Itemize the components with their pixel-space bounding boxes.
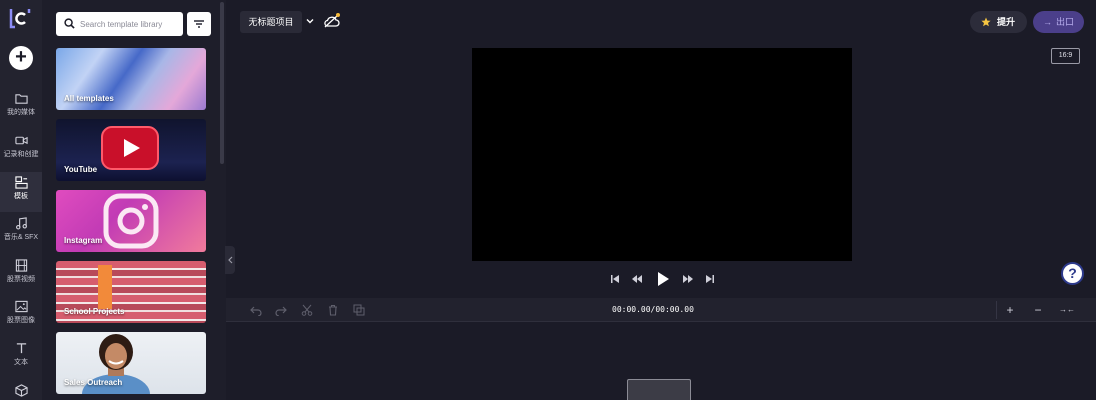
templates-icon — [14, 176, 28, 189]
template-card-instagram[interactable]: Instagram — [56, 190, 206, 252]
film-icon — [15, 259, 27, 272]
timecode-display: 00:00.00/00:00.00 — [612, 305, 694, 314]
template-card-sales-outreach[interactable]: Sales Outreach — [56, 332, 206, 394]
clipchamp-logo[interactable] — [9, 7, 31, 29]
fast-forward-icon[interactable] — [682, 270, 694, 288]
project-name-field[interactable]: 无标题项目 — [240, 11, 302, 33]
image-icon — [14, 300, 28, 313]
redo-icon[interactable] — [275, 304, 287, 316]
rail-item-record-create[interactable]: 记录和创建 — [0, 130, 42, 170]
filter-icon — [194, 20, 204, 28]
rail-item-label: 股票视频 — [7, 276, 35, 283]
template-card-label: Sales Outreach — [64, 378, 123, 387]
video-camera-icon — [14, 136, 28, 145]
template-card-all-templates[interactable]: All templates — [56, 48, 206, 110]
nav-rail: + 我的媒体 记录和创建 模板 音乐& SFX 股票视频 股票图像 文本 — [0, 0, 42, 400]
rail-item-music-sfx[interactable]: 音乐& SFX — [0, 213, 42, 253]
rail-item-my-media[interactable]: 我的媒体 — [0, 88, 42, 128]
rail-item-graphics[interactable] — [0, 380, 42, 400]
template-panel: All templates YouTube Instagram School P… — [42, 0, 226, 400]
add-media-button[interactable]: + — [9, 46, 33, 70]
template-search — [56, 12, 183, 36]
video-preview-canvas[interactable] — [472, 48, 852, 261]
template-card-school-projects[interactable]: School Projects — [56, 261, 206, 323]
search-input[interactable] — [80, 12, 180, 36]
template-card-label: School Projects — [64, 307, 125, 316]
play-icon[interactable] — [656, 270, 670, 288]
help-button[interactable]: ? — [1061, 262, 1084, 285]
rail-item-stock-images[interactable]: 股票图像 — [0, 296, 42, 336]
panel-scrollbar[interactable] — [220, 2, 224, 164]
template-card-youtube[interactable]: YouTube — [56, 119, 206, 181]
zoom-out-button[interactable]: − — [1025, 299, 1051, 321]
zoom-in-button[interactable]: + — [997, 299, 1023, 321]
template-card-label: YouTube — [64, 165, 98, 174]
split-scissors-icon[interactable] — [301, 304, 313, 316]
rail-item-text[interactable]: 文本 — [0, 338, 42, 378]
upgrade-button[interactable]: 提升 — [970, 11, 1027, 33]
upgrade-label: 提升 — [997, 17, 1016, 27]
duplicate-icon[interactable] — [353, 304, 365, 316]
rail-item-label: 股票图像 — [7, 317, 35, 324]
zoom-to-fit-button[interactable]: →← — [1054, 299, 1080, 321]
cloud-sync-icon[interactable] — [323, 12, 341, 30]
rail-item-label: 文本 — [14, 359, 28, 366]
skip-to-end-icon[interactable] — [705, 270, 715, 288]
rail-item-label: 音乐& SFX — [3, 234, 39, 241]
delete-trash-icon[interactable] — [327, 304, 339, 316]
rail-item-label: 我的媒体 — [7, 109, 35, 116]
star-icon — [981, 17, 991, 27]
collapse-panel-button[interactable] — [225, 246, 235, 274]
arrow-right-icon: → — [1043, 17, 1052, 27]
instagram-logo-icon — [103, 193, 159, 249]
chevron-down-icon[interactable] — [305, 16, 315, 26]
rewind-icon[interactable] — [631, 270, 643, 288]
folder-icon — [14, 94, 28, 104]
timeline-clip[interactable] — [627, 379, 691, 400]
text-icon — [16, 343, 26, 354]
export-button[interactable]: → 出口 — [1033, 11, 1084, 33]
template-card-label: All templates — [64, 94, 114, 103]
template-card-label: Instagram — [64, 236, 103, 245]
skip-to-start-icon[interactable] — [610, 270, 620, 288]
rail-item-label: 记录和创建 — [3, 151, 39, 158]
rail-item-templates[interactable]: 模板 — [0, 172, 42, 212]
music-note-icon — [15, 217, 27, 230]
editor-app: + 我的媒体 记录和创建 模板 音乐& SFX 股票视频 股票图像 文本 Sea… — [0, 0, 1096, 400]
cube-icon — [14, 384, 28, 397]
rail-item-label: 模板 — [14, 193, 28, 200]
export-label: 出口 — [1056, 17, 1075, 27]
library-shelf-image — [98, 265, 112, 309]
undo-icon[interactable] — [250, 304, 262, 316]
search-icon — [64, 18, 75, 29]
rail-item-stock-video[interactable]: 股票视频 — [0, 255, 42, 295]
youtube-play-icon — [101, 126, 159, 170]
chevron-left-icon — [228, 256, 233, 264]
aspect-ratio-button[interactable]: 16:9 — [1051, 48, 1080, 64]
filter-button[interactable] — [187, 12, 211, 36]
